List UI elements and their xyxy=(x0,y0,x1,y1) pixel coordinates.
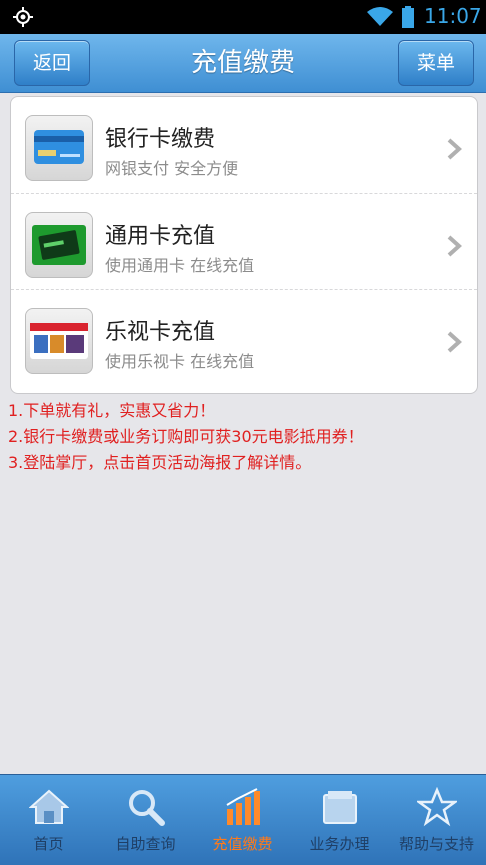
list-item-title: 通用卡充值 xyxy=(105,224,216,249)
nav-item-help[interactable]: 帮助与支持 xyxy=(388,775,485,865)
back-button[interactable]: 返回 xyxy=(14,40,90,86)
list-item-bank-card[interactable]: 银行卡缴费 网银支付 安全方便 xyxy=(11,97,477,193)
promotion-line: 1.下单就有礼，实惠又省力！ xyxy=(8,401,216,420)
wifi-icon xyxy=(367,7,393,26)
nav-label: 充值缴费 xyxy=(212,835,273,853)
nav-label: 业务办理 xyxy=(309,835,370,853)
letv-card-icon xyxy=(25,308,93,374)
general-card-icon xyxy=(25,212,93,278)
list-item-letv-card[interactable]: 乐视卡充值 使用乐视卡 在线充值 xyxy=(11,289,477,386)
nav-label: 自助查询 xyxy=(115,835,176,853)
gps-icon xyxy=(13,7,33,27)
status-time: 11:07 xyxy=(424,4,482,28)
promotion-line: 3.登陆掌厅，点击首页活动海报了解详情。 xyxy=(8,453,312,472)
nav-item-home[interactable]: 首页 xyxy=(0,775,97,865)
chevron-right-icon xyxy=(447,235,462,257)
payment-options-list: 银行卡缴费 网银支付 安全方便 通用卡充值 使用通用卡 在线充值 乐视卡充值 使… xyxy=(10,96,478,394)
star-icon xyxy=(417,787,457,827)
menu-button[interactable]: 菜单 xyxy=(398,40,474,86)
promotion-notes: 1.下单就有礼，实惠又省力！ 2.银行卡缴费或业务订购即可获30元电影抵用券！ … xyxy=(8,398,480,476)
list-item-general-card[interactable]: 通用卡充值 使用通用卡 在线充值 xyxy=(11,193,477,290)
list-item-subtitle: 网银支付 安全方便 xyxy=(105,159,239,178)
promotion-line: 2.银行卡缴费或业务订购即可获30元电影抵用券！ xyxy=(8,427,364,446)
chevron-right-icon xyxy=(447,331,462,353)
list-item-title: 银行卡缴费 xyxy=(105,127,216,152)
nav-item-query[interactable]: 自助查询 xyxy=(97,775,194,865)
title-bar: 充值缴费 返回 菜单 xyxy=(0,34,486,93)
home-icon xyxy=(29,789,69,824)
chevron-right-icon xyxy=(447,138,462,160)
nav-label: 首页 xyxy=(33,835,64,853)
list-item-subtitle: 使用通用卡 在线充值 xyxy=(105,256,255,275)
bank-card-icon xyxy=(25,115,93,181)
battery-icon xyxy=(402,6,414,28)
nav-item-business[interactable]: 业务办理 xyxy=(291,775,388,865)
folder-icon xyxy=(323,791,357,824)
list-item-title: 乐视卡充值 xyxy=(105,320,216,345)
status-bar: 11:07 xyxy=(0,0,486,34)
nav-label: 帮助与支持 xyxy=(398,835,474,853)
nav-item-recharge[interactable]: 充值缴费 xyxy=(194,775,291,865)
bottom-nav: 首页 自助查询 充值缴费 业务办理 帮助与支持 xyxy=(0,774,486,865)
bar-chart-icon xyxy=(226,788,260,825)
list-item-subtitle: 使用乐视卡 在线充值 xyxy=(105,352,255,371)
search-icon xyxy=(129,790,165,826)
